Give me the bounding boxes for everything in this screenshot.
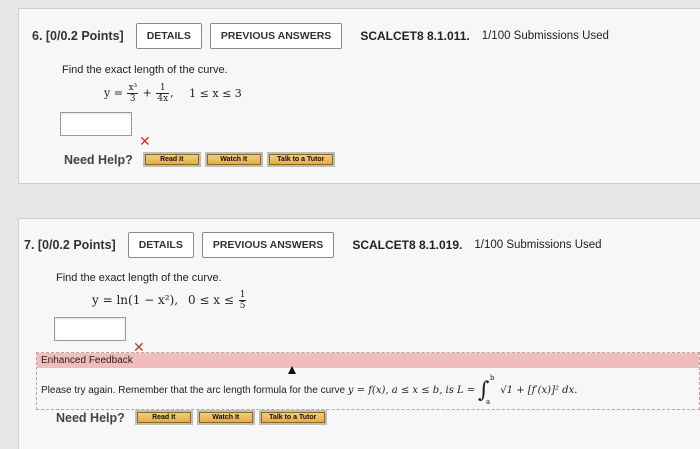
fraction-numerator: x³ bbox=[127, 83, 139, 94]
question-6-prompt: Find the exact length of the curve. bbox=[62, 64, 228, 76]
fraction-1-over-5: 15 bbox=[238, 290, 247, 311]
need-help-bar: Need Help? Read It Watch It Talk to a Tu… bbox=[56, 410, 331, 425]
mouse-cursor-icon bbox=[288, 366, 296, 374]
fraction-denominator: 4x bbox=[157, 94, 169, 104]
question-7-number: 7. [0/0.2 Points] bbox=[24, 238, 116, 252]
details-button[interactable]: DETAILS bbox=[135, 23, 202, 49]
fraction-x-cubed-over-3: x³ 3 bbox=[127, 83, 139, 104]
enhanced-feedback-text: Please try again. Remember that the arc … bbox=[41, 374, 578, 406]
fraction-numerator: 1 bbox=[238, 290, 247, 301]
enhanced-feedback-title: Enhanced Feedback bbox=[37, 353, 699, 368]
submissions-used: 1/100 Submissions Used bbox=[474, 239, 602, 251]
talk-to-tutor-button[interactable]: Talk to a Tutor bbox=[258, 410, 327, 425]
need-help-label: Need Help? bbox=[56, 410, 125, 425]
question-7-header: 7. [0/0.2 Points] DETAILS PREVIOUS ANSWE… bbox=[24, 232, 602, 258]
integral-sign: ∫ a b bbox=[478, 374, 495, 406]
feedback-math: y = f(x), a ≤ x ≤ b, is L = bbox=[347, 385, 476, 397]
talk-to-tutor-button[interactable]: Talk to a Tutor bbox=[266, 152, 335, 167]
fraction-denominator: 5 bbox=[239, 301, 246, 311]
details-button[interactable]: DETAILS bbox=[127, 232, 194, 258]
incorrect-icon: ✕ bbox=[139, 133, 151, 149]
read-it-button[interactable]: Read It bbox=[142, 152, 201, 167]
question-6-header: 6. [0/0.2 Points] DETAILS PREVIOUS ANSWE… bbox=[32, 23, 609, 49]
question-6-formula: y = x³ 3 + 1 4x, 1 ≤ x ≤ 3 bbox=[104, 83, 242, 104]
enhanced-feedback-box: Enhanced Feedback Please try again. Reme… bbox=[36, 352, 700, 410]
question-7-formula: y = ln(1 − x²), 0 ≤ x ≤ 15 bbox=[92, 290, 247, 311]
need-help-label: Need Help? bbox=[64, 152, 133, 167]
watch-it-button[interactable]: Watch It bbox=[204, 152, 263, 167]
question-6-number: 6. [0/0.2 Points] bbox=[32, 29, 124, 43]
read-it-button[interactable]: Read It bbox=[134, 410, 193, 425]
plus-sign: + bbox=[142, 86, 152, 100]
formula-comma: , bbox=[170, 86, 174, 100]
answer-input[interactable] bbox=[54, 317, 126, 341]
fraction-denominator: 3 bbox=[129, 94, 136, 104]
fraction-1-over-4x: 1 4x bbox=[156, 83, 170, 104]
watch-it-button[interactable]: Watch It bbox=[196, 410, 255, 425]
problem-code: SCALCET8 8.1.019. bbox=[352, 238, 463, 252]
formula-lhs: y = ln(1 − x²), bbox=[92, 293, 179, 307]
answer-input[interactable] bbox=[60, 112, 132, 136]
formula-domain: 1 ≤ x ≤ 3 bbox=[189, 86, 242, 100]
formula-domain: 0 ≤ x ≤ bbox=[187, 293, 234, 307]
problem-code: SCALCET8 8.1.011. bbox=[360, 29, 470, 43]
integrand: √1 + [f′(x)]² dx. bbox=[500, 385, 578, 397]
need-help-bar: Need Help? Read It Watch It Talk to a Tu… bbox=[64, 152, 339, 167]
previous-answers-button[interactable]: PREVIOUS ANSWERS bbox=[209, 23, 343, 49]
previous-answers-button[interactable]: PREVIOUS ANSWERS bbox=[201, 232, 335, 258]
integral-lower-limit: a bbox=[486, 398, 491, 406]
fraction-numerator: 1 bbox=[156, 83, 170, 94]
question-7-prompt: Find the exact length of the curve. bbox=[56, 272, 222, 284]
feedback-sentence: Please try again. Remember that the arc … bbox=[41, 385, 346, 397]
submissions-used: 1/100 Submissions Used bbox=[481, 30, 609, 42]
integral-upper-limit: b bbox=[490, 374, 495, 382]
formula-lhs: y = bbox=[104, 86, 123, 100]
